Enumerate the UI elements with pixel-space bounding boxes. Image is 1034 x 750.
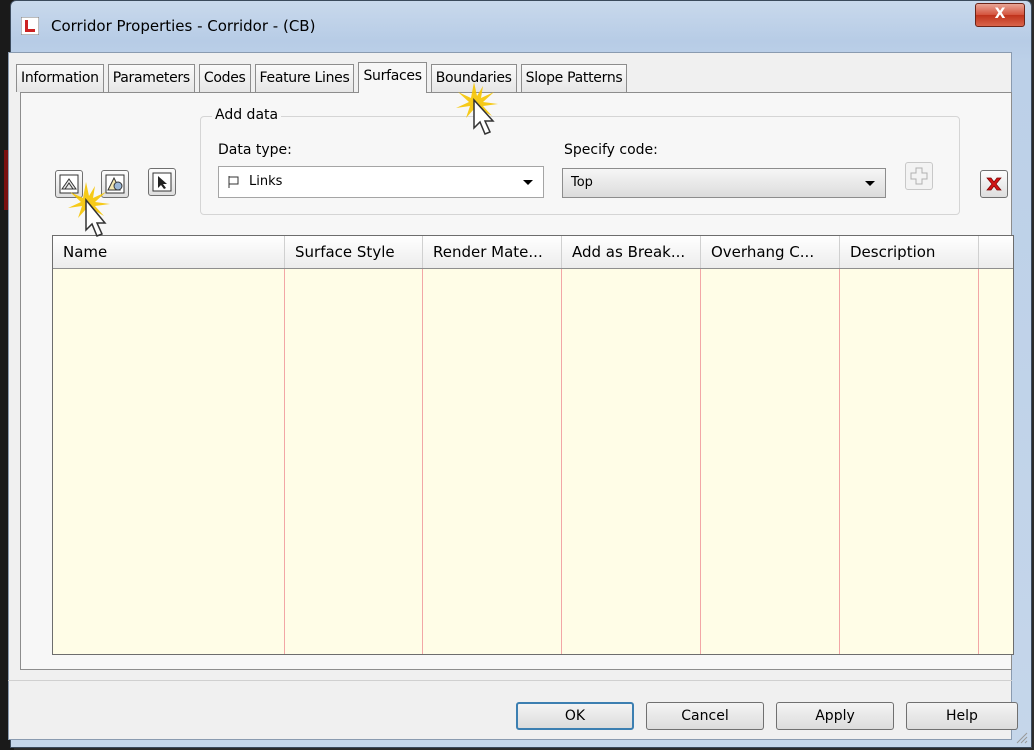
tab-slope-patterns[interactable]: Slope Patterns [520,64,628,92]
tab-information[interactable]: Information [16,64,104,92]
data-type-dropdown[interactable]: Links [218,166,544,198]
civil3d-app-icon [21,17,39,35]
column-header-render-material[interactable]: Render Mate... [423,236,562,268]
specify-code-label: Specify code: [564,142,658,158]
help-button[interactable]: Help [906,702,1018,730]
column-header-overhang-correction[interactable]: Overhang C... [701,236,840,268]
column-divider [284,269,285,654]
data-type-value: Links [249,174,283,189]
tab-feature-lines[interactable]: Feature Lines [254,64,355,92]
column-divider [978,269,979,654]
column-divider [700,269,701,654]
table-header: Name Surface Style Render Mate... Add as… [53,236,1013,269]
plus-icon [910,167,928,185]
column-header-filler [979,236,1013,268]
add-code-button[interactable] [905,162,933,190]
delete-x-icon [986,177,1002,191]
surfaces-table[interactable]: Name Surface Style Render Mate... Add as… [52,235,1014,655]
apply-button[interactable]: Apply [776,702,894,730]
click-highlight-cursor-icon [456,82,498,135]
button-separator [8,680,1012,681]
data-type-label: Data type: [218,142,292,158]
column-divider [422,269,423,654]
specify-code-value: Top [571,175,593,190]
click-highlight-cursor-icon [68,182,110,237]
column-header-add-as-breakline[interactable]: Add as Break... [562,236,701,268]
tab-parameters[interactable]: Parameters [107,64,195,92]
resize-grip-icon[interactable] [1014,730,1028,744]
column-header-description[interactable]: Description [840,236,979,268]
window-title: Corridor Properties - Corridor - (CB) [51,17,316,35]
tab-strip: Information Parameters Codes Feature Lin… [16,62,631,93]
chevron-down-icon [523,180,533,185]
close-button[interactable]: X [975,3,1025,27]
tab-codes[interactable]: Codes [198,64,251,92]
column-header-surface-style[interactable]: Surface Style [285,236,423,268]
specify-code-dropdown[interactable]: Top [562,168,886,198]
cancel-button[interactable]: Cancel [646,702,764,730]
column-divider [561,269,562,654]
pick-icon [152,172,172,192]
tab-surfaces[interactable]: Surfaces [358,62,427,93]
add-data-group-label: Add data [212,107,282,123]
title-bar[interactable]: Corridor Properties - Corridor - (CB) X [11,1,1031,51]
chevron-down-icon [865,181,875,186]
links-icon [228,176,239,188]
delete-button[interactable] [980,170,1008,198]
pick-from-drawing-button[interactable] [148,168,176,196]
ok-button[interactable]: OK [516,702,634,730]
column-divider [839,269,840,654]
